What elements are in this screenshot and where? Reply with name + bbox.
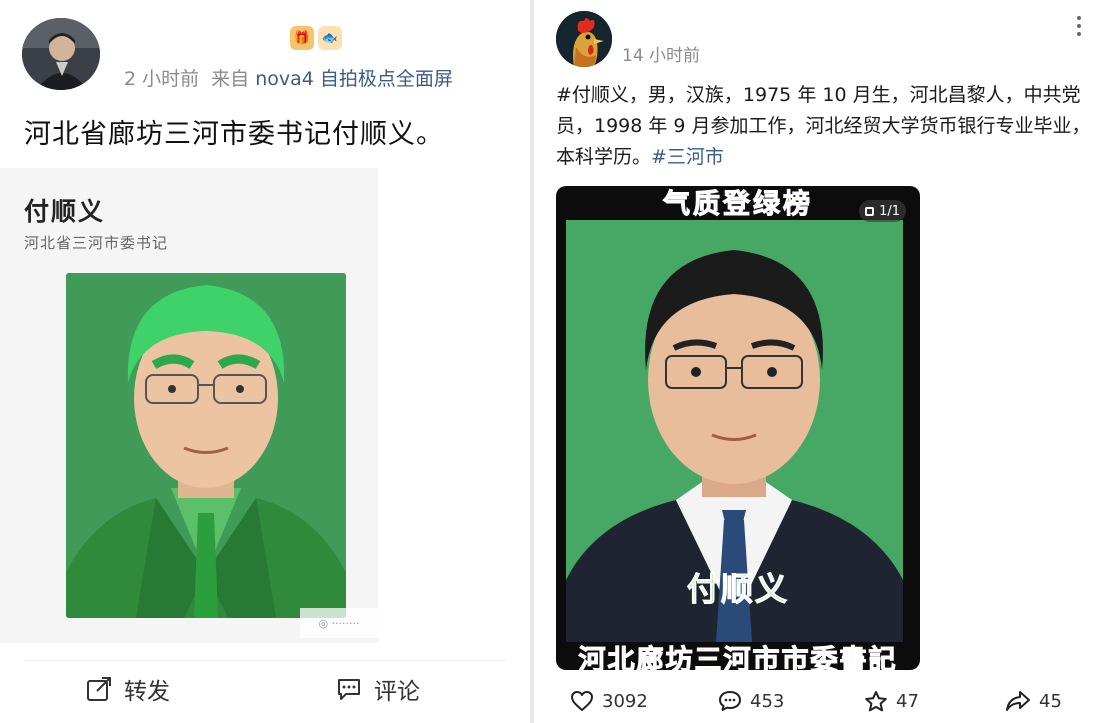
left-post: 🎁 🐟 2 小时前 来自 nova4 自拍极点全面屏 河北省廊坊三河市委书记付顺义… bbox=[0, 0, 530, 723]
fish-badge-icon: 🐟 bbox=[318, 26, 342, 50]
source-prefix: 来自 bbox=[211, 68, 250, 90]
image-counter-text: 1/1 bbox=[879, 203, 900, 219]
green-portrait-image bbox=[66, 273, 346, 618]
post-text: 河北省廊坊三河市委书记付顺义。 bbox=[24, 119, 444, 150]
post-time: 2 小时前 bbox=[124, 68, 200, 90]
repost-button[interactable]: 转发 bbox=[86, 672, 170, 706]
post-time: 14 小时前 bbox=[622, 46, 701, 66]
post-photo[interactable]: 气质登绿榜 1/1 付顺义 河北廊坊三河市市委書記 bbox=[556, 186, 920, 670]
star-icon bbox=[865, 691, 887, 712]
rooster-avatar[interactable] bbox=[556, 11, 612, 67]
name-overlay-text: 付顺义 bbox=[686, 570, 789, 609]
comment-label: 评论 bbox=[374, 679, 420, 705]
image-watermark: ◎ ········ bbox=[300, 608, 378, 638]
comment-button[interactable]: 453 bbox=[718, 690, 784, 712]
image-counter: 1/1 bbox=[859, 200, 906, 222]
like-button[interactable]: 3092 bbox=[570, 690, 648, 712]
comment-bubble-icon bbox=[719, 691, 741, 711]
repost-label: 转发 bbox=[124, 679, 170, 705]
comment-button[interactable]: 评论 bbox=[336, 672, 420, 706]
post-image-card[interactable]: 付顺义 河北省三河市委书记 ◎ ········ bbox=[0, 168, 378, 643]
share-arrow-icon bbox=[87, 677, 111, 701]
action-divider bbox=[24, 660, 506, 661]
hashtag-link[interactable]: #三河市 bbox=[651, 146, 724, 168]
user-badges: 🎁 🐟 bbox=[290, 26, 342, 50]
share-count: 45 bbox=[1039, 690, 1062, 712]
post-meta: 2 小时前 来自 nova4 自拍极点全面屏 bbox=[124, 64, 453, 91]
post-body: #付顺义，男，汉族，1975 年 10 月生，河北昌黎人，中共党员，1998 年… bbox=[556, 84, 1091, 168]
user-avatar[interactable] bbox=[22, 18, 100, 90]
card-name: 付顺义 bbox=[24, 197, 106, 226]
more-options-icon[interactable] bbox=[1069, 12, 1089, 40]
post-text: #付顺义，男，汉族，1975 年 10 月生，河北昌黎人，中共党员，1998 年… bbox=[556, 80, 1096, 173]
gift-badge-icon: 🎁 bbox=[290, 26, 314, 50]
comment-count: 453 bbox=[750, 690, 785, 712]
card-title: 河北省三河市委书记 bbox=[24, 234, 169, 252]
right-post: 14 小时前 #付顺义，男，汉族，1975 年 10 月生，河北昌黎人，中共党员… bbox=[534, 0, 1107, 723]
comment-icon bbox=[338, 679, 360, 700]
favorite-button[interactable]: 47 bbox=[864, 690, 919, 713]
like-count: 3092 bbox=[602, 690, 648, 712]
share-icon bbox=[1006, 691, 1030, 711]
gallery-icon bbox=[865, 206, 875, 216]
heart-icon bbox=[571, 691, 593, 711]
share-button[interactable]: 45 bbox=[1005, 690, 1062, 712]
favorite-count: 47 bbox=[896, 691, 919, 712]
post-source-link[interactable]: nova4 自拍极点全面屏 bbox=[255, 68, 453, 90]
banner-bottom-text: 河北廊坊三河市市委書記 bbox=[578, 645, 898, 671]
